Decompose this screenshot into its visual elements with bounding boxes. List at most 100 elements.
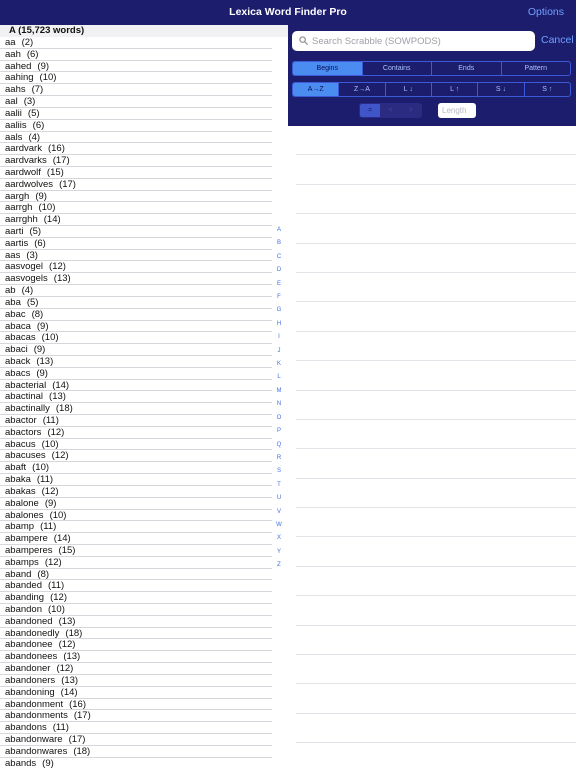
index-letter-z[interactable]: Z: [271, 559, 287, 572]
word-row[interactable]: aas (3): [0, 250, 272, 262]
word-row[interactable]: abamp (11): [0, 521, 272, 534]
word-row[interactable]: abacus (10): [0, 439, 272, 451]
word-row[interactable]: abamps (12): [0, 557, 272, 569]
word-row[interactable]: abandonment (16): [0, 699, 272, 711]
word-row[interactable]: abands (9): [0, 758, 272, 768]
index-letter-c[interactable]: C: [271, 251, 287, 264]
length-operator-2[interactable]: >: [400, 104, 421, 117]
word-row[interactable]: abandoned (13): [0, 616, 272, 628]
word-row[interactable]: abandonees (13): [0, 651, 272, 664]
word-row[interactable]: ab (4): [0, 285, 272, 297]
index-letter-f[interactable]: F: [271, 291, 287, 304]
sort-tab-1[interactable]: Z→A: [338, 83, 384, 96]
word-row[interactable]: aarrgh (10): [0, 202, 272, 215]
sort-tab-4[interactable]: S ↓: [477, 83, 523, 96]
search-field[interactable]: [292, 31, 535, 51]
index-letter-v[interactable]: V: [271, 506, 287, 519]
index-letter-w[interactable]: W: [271, 519, 287, 532]
word-row[interactable]: aartis (6): [0, 238, 272, 250]
word-row[interactable]: abalones (10): [0, 510, 272, 522]
index-letter-g[interactable]: G: [271, 304, 287, 317]
length-operator-control[interactable]: = < >: [359, 103, 422, 118]
mode-tab-2[interactable]: Ends: [431, 62, 501, 75]
index-letter-e[interactable]: E: [271, 278, 287, 291]
index-letter-o[interactable]: O: [271, 412, 287, 425]
word-row[interactable]: abaka (11): [0, 474, 272, 486]
word-row[interactable]: aasvogel (12): [0, 261, 272, 274]
word-row[interactable]: abac (8): [0, 309, 272, 321]
word-row[interactable]: aahs (7): [0, 84, 272, 97]
index-letter-i[interactable]: I: [271, 331, 287, 344]
word-row[interactable]: abandonments (17): [0, 710, 272, 723]
word-row[interactable]: aahed (9): [0, 61, 272, 73]
index-letter-k[interactable]: K: [271, 358, 287, 371]
mode-tab-1[interactable]: Contains: [361, 62, 432, 75]
word-row[interactable]: abactor (11): [0, 415, 272, 427]
word-row[interactable]: aa (2): [0, 37, 272, 49]
word-row[interactable]: abandons (11): [0, 722, 272, 734]
word-row[interactable]: aardvark (16): [0, 143, 272, 156]
word-row[interactable]: abalone (9): [0, 498, 272, 510]
search-input[interactable]: [312, 33, 527, 49]
word-row[interactable]: aasvogels (13): [0, 273, 272, 286]
word-row[interactable]: abactors (12): [0, 427, 272, 439]
word-row[interactable]: abandoning (14): [0, 687, 272, 699]
index-letter-p[interactable]: P: [271, 425, 287, 438]
word-row[interactable]: abacuses (12): [0, 450, 272, 463]
index-letter-u[interactable]: U: [271, 492, 287, 505]
word-row[interactable]: abacterial (14): [0, 380, 272, 392]
word-row[interactable]: abaft (10): [0, 462, 272, 475]
word-row[interactable]: aba (5): [0, 297, 272, 309]
word-row[interactable]: abaca (9): [0, 321, 272, 333]
word-list-pane[interactable]: A (15,723 words) aa (2) aah (6) aahed (9) aahi…: [0, 25, 288, 768]
index-letter-m[interactable]: M: [271, 385, 287, 398]
index-letter-h[interactable]: H: [271, 318, 287, 331]
word-row[interactable]: aband (8): [0, 569, 272, 581]
index-letter-q[interactable]: Q: [271, 439, 287, 452]
length-operator-0[interactable]: =: [360, 104, 381, 117]
mode-tab-0[interactable]: Begins: [293, 62, 362, 75]
match-mode-control[interactable]: Begins Contains Ends Pattern: [292, 61, 571, 76]
index-letter-a[interactable]: A: [271, 224, 287, 237]
word-row[interactable]: aalii (5): [0, 108, 272, 120]
word-row[interactable]: aal (3): [0, 96, 272, 108]
sort-tab-2[interactable]: L ↓: [384, 83, 431, 96]
word-row[interactable]: abacas (10): [0, 332, 272, 345]
index-letter-x[interactable]: X: [271, 532, 287, 545]
word-row[interactable]: abamperes (15): [0, 545, 272, 557]
index-letter-j[interactable]: J: [271, 345, 287, 358]
index-letter-l[interactable]: L: [271, 371, 287, 384]
word-row[interactable]: aardwolves (17): [0, 179, 272, 191]
cancel-button[interactable]: Cancel: [541, 34, 574, 46]
word-row[interactable]: abandonedly (18): [0, 628, 272, 640]
word-row[interactable]: aals (4): [0, 132, 272, 144]
word-row[interactable]: aback (13): [0, 356, 272, 368]
options-button[interactable]: Options: [528, 6, 564, 18]
index-letter-y[interactable]: Y: [271, 546, 287, 559]
word-row[interactable]: aargh (9): [0, 191, 272, 203]
word-row[interactable]: abampere (14): [0, 533, 272, 545]
index-letter-s[interactable]: S: [271, 465, 287, 478]
word-row[interactable]: aah (6): [0, 49, 272, 61]
word-row[interactable]: abaci (9): [0, 344, 272, 356]
word-row[interactable]: abanded (11): [0, 580, 272, 593]
sort-tab-0[interactable]: A→Z: [293, 83, 339, 96]
word-row[interactable]: abactinal (13): [0, 391, 272, 404]
index-letter-n[interactable]: N: [271, 398, 287, 411]
word-row[interactable]: abanding (12): [0, 592, 272, 604]
word-row[interactable]: aahing (10): [0, 72, 272, 85]
mode-tab-3[interactable]: Pattern: [500, 62, 571, 75]
word-row[interactable]: abandon (10): [0, 604, 272, 616]
index-letter-r[interactable]: R: [271, 452, 287, 465]
index-letter-t[interactable]: T: [271, 479, 287, 492]
word-row[interactable]: abandonee (12): [0, 639, 272, 652]
word-row[interactable]: abacs (9): [0, 368, 272, 380]
word-row[interactable]: aarti (5): [0, 226, 272, 238]
length-operator-1[interactable]: <: [380, 104, 401, 117]
sort-tab-5[interactable]: S ↑: [523, 83, 570, 96]
sort-tab-3[interactable]: L ↑: [430, 83, 477, 96]
word-row[interactable]: abandoner (12): [0, 663, 272, 675]
word-row[interactable]: aardwolf (15): [0, 167, 272, 179]
word-row[interactable]: abandonware (17): [0, 734, 272, 746]
word-row[interactable]: aarrghh (14): [0, 214, 272, 226]
